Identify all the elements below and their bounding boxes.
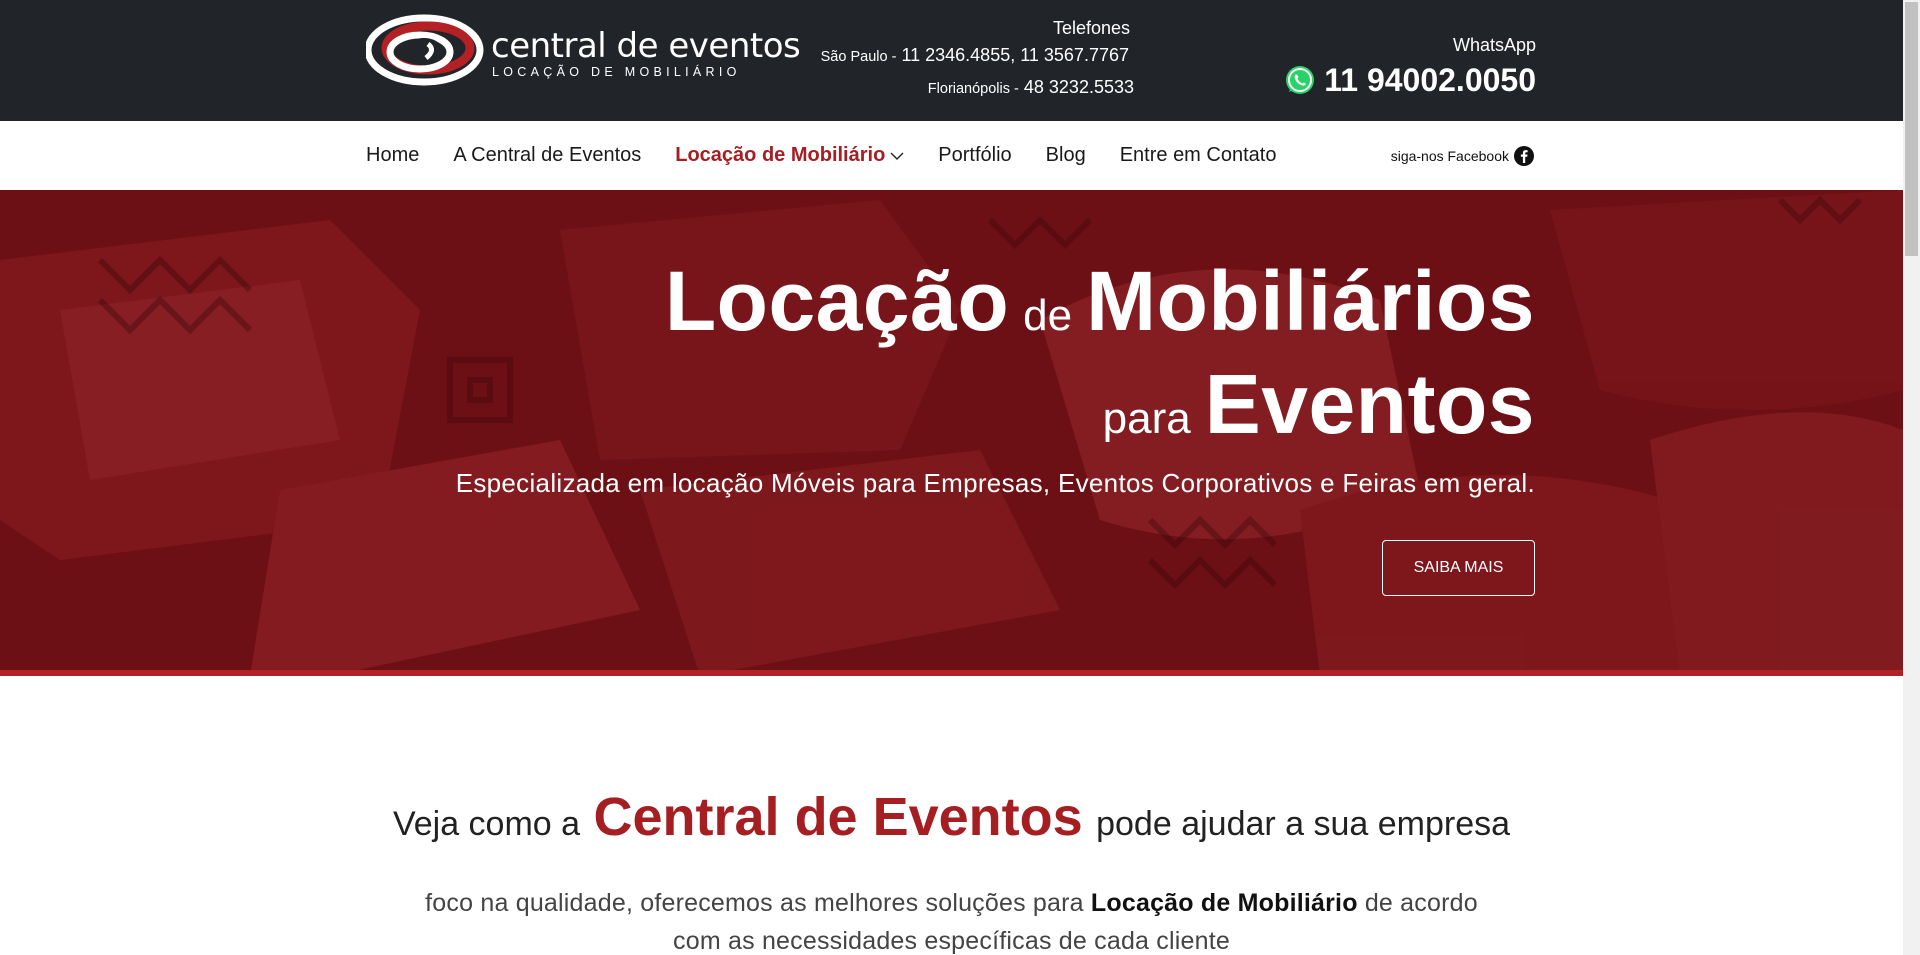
intro-paragraph: foco na qualidade, oferecemos as melhore…	[398, 884, 1505, 955]
nav-home[interactable]: Home	[366, 144, 419, 167]
main-navbar: Home A Central de Eventos Locação de Mob…	[0, 121, 1903, 190]
whatsapp-label: WhatsApp	[1452, 35, 1536, 55]
whatsapp-number[interactable]: 11 94002.0050	[1324, 60, 1536, 100]
hero-title: Locação de Mobiliários para Eventos	[665, 259, 1535, 468]
phone-florianopolis[interactable]: Florianópolis - 48 3232.5533	[821, 72, 1134, 104]
saiba-mais-button[interactable]: SAIBA MAIS	[1382, 540, 1535, 596]
intro-heading: Veja como a Central de Eventos pode ajud…	[0, 786, 1903, 848]
whatsapp-icon	[1286, 66, 1315, 94]
hero-title-row2: para Eventos	[665, 362, 1535, 468]
main-nav: Home A Central de Eventos Locação de Mob…	[366, 121, 1276, 190]
hero-word-mobiliarios: Mobiliários	[1086, 254, 1535, 348]
nav-contact[interactable]: Entre em Contato	[1120, 144, 1277, 167]
whatsapp-block: WhatsApp 11 94002.0050	[1284, 32, 1536, 100]
facebook-label: siga-nos Facebook	[1390, 148, 1509, 164]
intro-text-bold: Locação de Mobiliário	[1090, 889, 1358, 917]
whatsapp-link[interactable]: 11 94002.0050	[1284, 60, 1536, 100]
intro-heading-post: pode ajudar a sua empresa	[1096, 805, 1511, 843]
intro-text-pre: foco na qualidade, oferecemos as melhore…	[425, 889, 1084, 917]
intro-heading-pre: Veja como a	[392, 805, 581, 843]
city-label: Florianópolis -	[927, 81, 1019, 97]
logo-swirl-icon	[366, 14, 484, 86]
hero-bottom-border	[0, 670, 1903, 676]
hero-word-para: para	[1102, 394, 1191, 443]
intro-heading-highlight: Central de Eventos	[593, 787, 1083, 847]
nav-portfolio[interactable]: Portfólio	[938, 144, 1011, 167]
hero-word-eventos: Eventos	[1204, 357, 1535, 451]
nav-locacao-label: Locação de Mobiliário	[675, 144, 886, 166]
hero-word-de: de	[1023, 291, 1073, 340]
page-scrollbar[interactable]	[1903, 0, 1920, 955]
phone-sao-paulo[interactable]: São Paulo - 11 2346.4855, 11 3567.7767	[821, 40, 1129, 72]
phones-title: Telefones	[1052, 18, 1130, 38]
scrollbar-thumb[interactable]	[1905, 2, 1918, 256]
top-header: central de eventos LOCAÇÃO DE MOBILIÁRIO…	[0, 0, 1903, 121]
city-label: São Paulo -	[820, 49, 897, 65]
phones-block: Telefones São Paulo - 11 2346.4855, 11 3…	[821, 16, 1134, 104]
brand-tagline: LOCAÇÃO DE MOBILIÁRIO	[492, 65, 741, 79]
phone-numbers[interactable]: 11 2346.4855, 11 3567.7767	[901, 45, 1129, 65]
nav-about[interactable]: A Central de Eventos	[453, 144, 641, 167]
facebook-icon	[1514, 146, 1534, 166]
hero-word-locacao: Locação	[664, 254, 1010, 348]
nav-blog[interactable]: Blog	[1046, 144, 1086, 167]
nav-locacao-mobiliario[interactable]: Locação de Mobiliário	[675, 144, 904, 167]
brand-name: central de eventos	[491, 26, 801, 66]
facebook-follow-link[interactable]: siga-nos Facebook	[1391, 145, 1535, 167]
chevron-down-icon	[890, 152, 904, 160]
phone-number[interactable]: 48 3232.5533	[1024, 77, 1134, 97]
brand-logo[interactable]: central de eventos LOCAÇÃO DE MOBILIÁRIO	[366, 14, 801, 86]
hero-banner: Locação de Mobiliários para Eventos Especia…	[0, 190, 1903, 676]
hero-subtitle: Especializada em locação Móveis para Emp…	[455, 468, 1535, 498]
